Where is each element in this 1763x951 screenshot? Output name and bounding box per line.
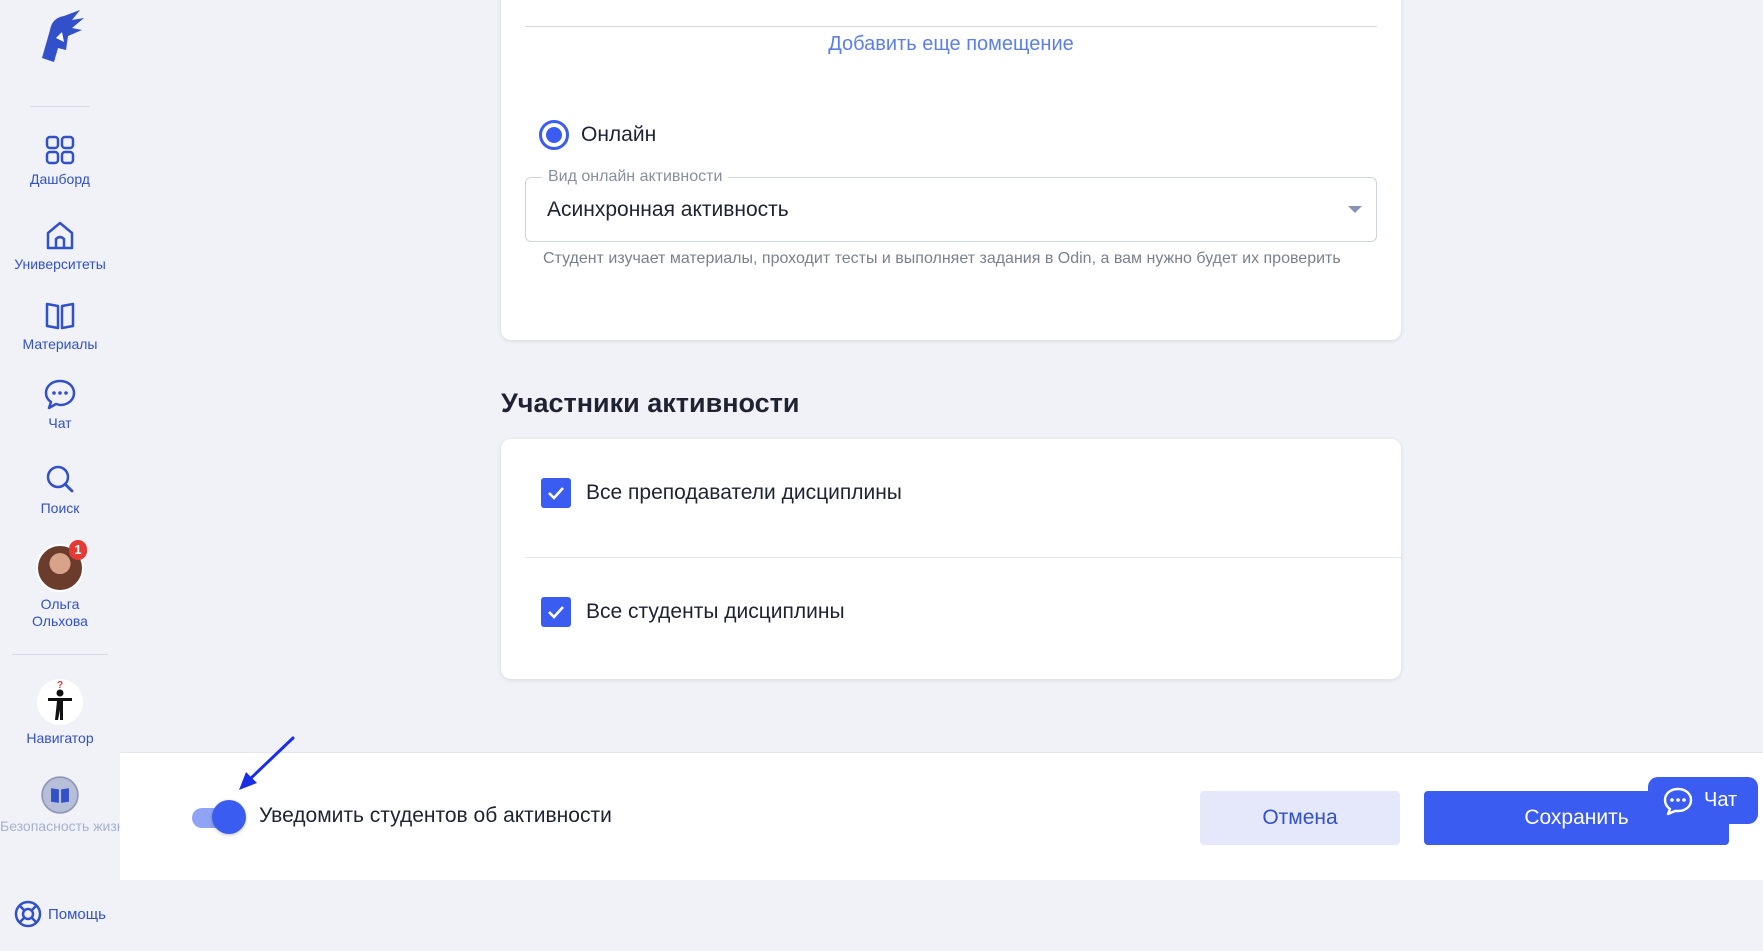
add-room-link[interactable]: Добавить еще помещение [501, 30, 1401, 58]
notification-badge: 1 [69, 540, 87, 560]
online-radio-label: Онлайн [581, 123, 657, 146]
sidebar-item-label: Материалы [22, 336, 98, 352]
sidebar-item-dashboard[interactable]: Дашборд [0, 133, 120, 188]
sidebar-item-chat[interactable]: Чат [0, 377, 120, 432]
location-card: Добавить еще помещение Онлайн Вид онлайн… [501, 0, 1401, 340]
divider [525, 557, 1401, 558]
sidebar-item-label: Университеты [14, 256, 106, 272]
chat-bubble-icon [1663, 787, 1693, 815]
user-name: Ольга Ольхова [32, 596, 88, 629]
annotation-arrow-icon [239, 736, 295, 790]
svg-text:?: ? [57, 680, 63, 691]
chat-bubble-icon [44, 379, 76, 410]
notify-toggle[interactable] [192, 800, 246, 834]
help-label: Помощь [48, 905, 106, 923]
navigator-person-icon: ? [37, 679, 83, 725]
teachers-checkbox[interactable] [541, 478, 571, 508]
sidebar-divider [12, 654, 108, 655]
checkbox-label: Все преподаватели дисциплины [586, 481, 902, 504]
activity-type-select[interactable]: Вид онлайн активности Асинхронная активн… [525, 168, 1377, 242]
participants-card: Все преподаватели дисциплины Все студент… [501, 439, 1401, 679]
participants-title: Участники активности [501, 388, 800, 418]
sidebar-item-course[interactable]: Безопасность жизнедеятельн [0, 776, 120, 835]
teachers-checkbox-option[interactable]: Все преподаватели дисциплины [541, 478, 902, 508]
cancel-button[interactable]: Отмена [1200, 791, 1400, 845]
sidebar-item-search[interactable]: Поиск [0, 462, 120, 517]
book-icon [41, 776, 79, 814]
chevron-down-icon [1348, 206, 1362, 213]
book-icon [45, 302, 75, 330]
lifebuoy-icon [14, 900, 42, 928]
select-helper-text: Студент изучает материалы, проходит тест… [543, 250, 1341, 267]
checkmark-icon [548, 606, 564, 619]
sidebar-item-label: Чат [48, 415, 72, 431]
action-bar: Уведомить студентов об активности Отмена… [120, 752, 1763, 880]
sidebar-item-label: Навигатор [26, 730, 94, 746]
select-label: Вид онлайн активности [542, 168, 729, 186]
divider [525, 26, 1377, 27]
students-checkbox[interactable] [541, 597, 571, 627]
checkmark-icon [548, 487, 564, 500]
sidebar-item-materials[interactable]: Материалы [0, 298, 120, 353]
sidebar: Дашборд Университеты Материалы Чат Поиск [0, 0, 120, 951]
toggle-knob [212, 800, 246, 834]
checkbox-label: Все студенты дисциплины [586, 600, 845, 623]
search-icon [46, 465, 74, 493]
sidebar-item-label: Безопасность жизнедеятельн [0, 818, 120, 834]
sidebar-item-label: Дашборд [30, 171, 90, 187]
sidebar-divider [30, 106, 90, 107]
online-radio-option[interactable]: Онлайн [539, 120, 656, 150]
avatar-wrapper: 1 [36, 540, 87, 592]
select-value: Асинхронная активность [547, 198, 789, 221]
sidebar-item-universities[interactable]: Университеты [0, 218, 120, 273]
sidebar-item-profile[interactable]: 1 Ольга Ольхова [0, 540, 120, 630]
chat-widget-label: Чат [1704, 789, 1738, 811]
house-icon [46, 221, 74, 250]
sidebar-item-navigator[interactable]: ? Навигатор [0, 678, 120, 747]
notify-label: Уведомить студентов об активности [259, 804, 612, 827]
grid-icon [45, 135, 75, 165]
students-checkbox-option[interactable]: Все студенты дисциплины [541, 597, 845, 627]
sidebar-item-label: Поиск [40, 500, 80, 516]
logo-icon[interactable] [32, 8, 86, 64]
online-radio[interactable] [539, 120, 569, 150]
chat-widget-button[interactable]: Чат [1648, 777, 1758, 824]
help-link[interactable]: Помощь [14, 900, 106, 928]
